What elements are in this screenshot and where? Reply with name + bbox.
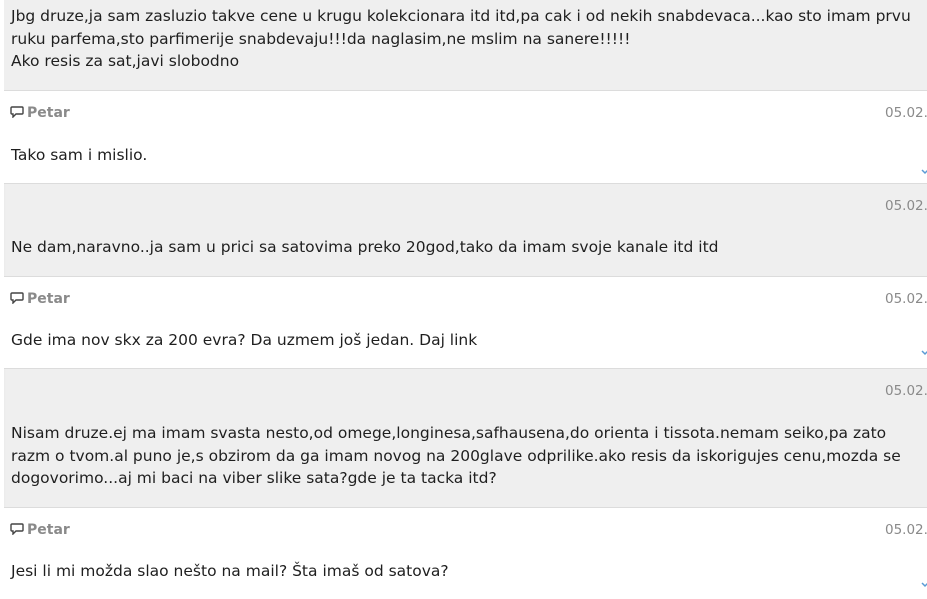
comment-author[interactable]: Petar — [10, 103, 70, 123]
comment-post: Petar 05.02.2 Gde ima nov skx za 200 evr… — [4, 277, 927, 369]
comment-date: 05.02.2 — [885, 105, 927, 121]
author-name: Petar — [27, 105, 70, 121]
comment-meta: Petar 05.02.2 — [10, 520, 927, 540]
comment-date: 05.02.2 — [885, 522, 927, 538]
comment-date: 05.02.2 — [885, 291, 927, 307]
comment-meta: Petar 05.02.2 — [10, 289, 927, 309]
comment-body: Nisam druze.ej ma imam svasta nesto,od o… — [11, 422, 913, 490]
comment-line: Gde ima nov skx za 200 evra? Da uzmem jo… — [11, 331, 478, 349]
comment-body: Gde ima nov skx za 200 evra? Da uzmem jo… — [11, 329, 913, 352]
comment-line: Nisam druze.ej ma imam svasta nesto,od o… — [11, 424, 887, 442]
comment-line: Tako sam i mislio. — [11, 146, 148, 164]
chevron-down-icon[interactable] — [921, 350, 927, 356]
comment-body: Ne dam,naravno..ja sam u prici sa satovi… — [11, 236, 913, 259]
comment-line: Jesi li mi možda slao nešto na mail? Šta… — [11, 562, 449, 580]
comment-line: Jbg druze,ja sam zasluzio takve cene u k… — [11, 7, 911, 25]
comment-icon — [10, 106, 24, 118]
comment-body: Jesi li mi možda slao nešto na mail? Šta… — [11, 560, 913, 583]
comment-line: Ne dam,naravno..ja sam u prici sa satovi… — [11, 238, 719, 256]
comment-line: ruku parfema,sto parfimerije snabdevaju!… — [11, 29, 631, 48]
comment-icon — [10, 292, 24, 304]
comment-post: 05.02.2 Ne dam,naravno..ja sam u prici s… — [4, 184, 927, 277]
chevron-down-icon[interactable] — [921, 169, 927, 175]
comment-meta: 05.02.2 — [10, 196, 927, 216]
comment-line: dogovorimo...aj mi baci na viber slike s… — [11, 469, 497, 487]
comment-thread: Jbg druze,ja sam zasluzio takve cene u k… — [0, 0, 927, 599]
comment-date: 05.02.2 — [885, 383, 927, 399]
comment-body: Tako sam i mislio. — [11, 144, 913, 167]
author-name: Petar — [27, 522, 70, 538]
comment-meta: 05.02.2 — [10, 381, 927, 401]
comment-author[interactable]: Petar — [10, 520, 70, 540]
comment-meta: Petar 05.02.2 — [10, 103, 927, 123]
comment-line: razm o tvom.al puno je,s obzirom da ga i… — [11, 446, 901, 465]
comment-post: Jbg druze,ja sam zasluzio takve cene u k… — [4, 0, 927, 91]
comment-author[interactable]: Petar — [10, 289, 70, 309]
comment-line: Ako resis za sat,javi slobodno — [11, 52, 240, 70]
comment-icon — [10, 523, 24, 535]
comment-body: Jbg druze,ja sam zasluzio takve cene u k… — [11, 5, 913, 73]
chevron-down-icon[interactable] — [921, 582, 927, 588]
author-name: Petar — [27, 291, 70, 307]
comment-date: 05.02.2 — [885, 198, 927, 214]
comment-post: Petar 05.02.2 Tako sam i mislio. — [4, 91, 927, 184]
comment-post: Petar 05.02.2 Jesi li mi možda slao nešt… — [4, 508, 927, 599]
comment-post: 05.02.2 Nisam druze.ej ma imam svasta ne… — [4, 369, 927, 508]
